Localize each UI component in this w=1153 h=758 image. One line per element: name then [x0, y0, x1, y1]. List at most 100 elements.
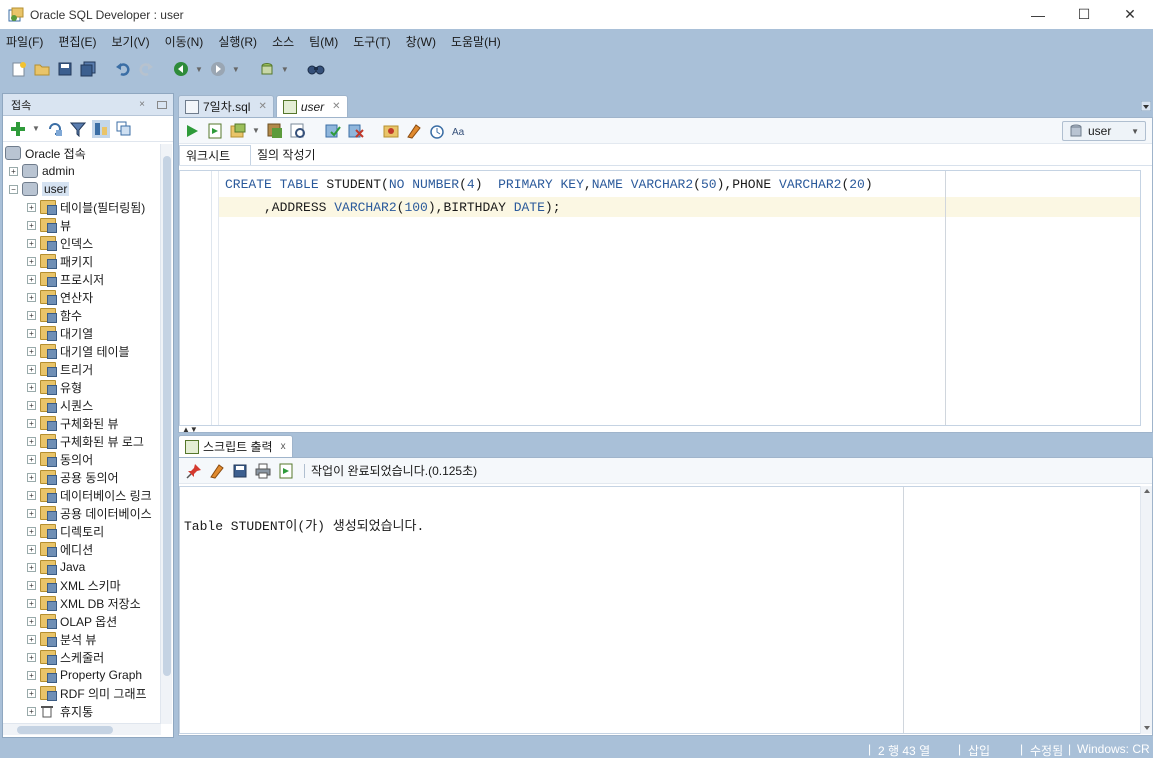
expand-icon[interactable]: + — [27, 364, 36, 374]
tree-item[interactable]: + 구체화된 뷰 로그 — [3, 432, 161, 450]
collapse-icon[interactable]: − — [9, 184, 18, 194]
menu-source[interactable]: 소스 — [272, 33, 294, 50]
tree-item[interactable]: + 스케줄러 — [3, 648, 161, 666]
tab-script-output[interactable]: 스크립트 출력 x — [178, 435, 293, 457]
clear-output-icon[interactable] — [208, 462, 226, 480]
tree-item[interactable]: + XML DB 저장소 — [3, 594, 161, 612]
undo-icon[interactable] — [114, 60, 132, 78]
tree-item[interactable]: + 연산자 — [3, 288, 161, 306]
tree-hscroll-thumb[interactable] — [17, 726, 113, 734]
menu-window[interactable]: 창(W) — [406, 33, 436, 50]
sql-history-icon[interactable] — [428, 122, 446, 140]
tree-item[interactable]: + 함수 — [3, 306, 161, 324]
expand-icon[interactable]: + — [27, 454, 36, 464]
expand-icon[interactable]: + — [27, 310, 36, 320]
tree-item[interactable]: + 디렉토리 — [3, 522, 161, 540]
open-icon[interactable] — [33, 60, 51, 78]
print-icon[interactable] — [254, 462, 272, 480]
tree-item[interactable]: + 데이터베이스 링크 — [3, 486, 161, 504]
menu-edit[interactable]: 편집(E) — [58, 33, 96, 50]
expand-icon[interactable]: + — [27, 274, 36, 284]
rollback-icon[interactable] — [347, 122, 365, 140]
sql-code-editor[interactable]: CREATE TABLE STUDENT(NO NUMBER(4) PRIMAR… — [179, 170, 1141, 426]
redo-icon[interactable] — [137, 60, 155, 78]
close-icon[interactable]: × — [139, 99, 145, 110]
sql-tuning-icon[interactable] — [289, 122, 307, 140]
tree-item[interactable]: + 시퀀스 — [3, 396, 161, 414]
expand-icon[interactable]: + — [27, 490, 36, 500]
tree-item[interactable]: + 구체화된 뷰 — [3, 414, 161, 432]
expand-icon[interactable]: + — [27, 706, 36, 716]
commit-icon[interactable] — [324, 122, 342, 140]
new-icon[interactable] — [10, 60, 28, 78]
menu-team[interactable]: 팀(M) — [309, 33, 338, 50]
open-output-icon[interactable] — [277, 462, 295, 480]
menu-run[interactable]: 실행(R) — [218, 33, 257, 50]
tree-item[interactable]: + 공용 데이터베이스 — [3, 504, 161, 522]
schema-browser-icon[interactable] — [91, 119, 110, 138]
expand-icon[interactable]: + — [27, 580, 36, 590]
save-icon[interactable] — [56, 60, 74, 78]
close-tab-icon[interactable]: ✕ — [332, 101, 340, 112]
expand-icon[interactable]: + — [27, 652, 36, 662]
tree-vertical-scrollbar[interactable] — [160, 144, 172, 724]
expand-icon[interactable]: + — [27, 400, 36, 410]
tree-scroll-thumb[interactable] — [163, 156, 171, 676]
expand-icon[interactable]: + — [27, 328, 36, 338]
save-all-icon[interactable] — [79, 60, 97, 78]
expand-icon[interactable]: + — [27, 526, 36, 536]
script-output-text-area[interactable]: Table STUDENT이(가) 생성되었습니다. — [179, 486, 1141, 734]
tree-item[interactable]: + 트리거 — [3, 360, 161, 378]
tab-sql-file[interactable]: 7일차.sql ✕ — [178, 95, 274, 117]
expand-icon[interactable]: + — [27, 508, 36, 518]
run-statement-icon[interactable] — [183, 122, 201, 140]
expand-icon[interactable]: + — [27, 544, 36, 554]
forward-icon[interactable] — [209, 60, 227, 78]
tree-item[interactable]: + 뷰 — [3, 216, 161, 234]
expand-icon[interactable]: + — [27, 688, 36, 698]
tree-item[interactable]: + 대기열 테이블 — [3, 342, 161, 360]
minimize-panel-icon[interactable] — [157, 100, 167, 109]
filter-icon[interactable] — [69, 120, 87, 138]
tab-user-worksheet[interactable]: user ✕ — [275, 95, 348, 117]
maximize-button[interactable]: ☐ — [1061, 0, 1107, 29]
tree-item[interactable]: + 프로시저 — [3, 270, 161, 288]
tree-item[interactable]: + 유형 — [3, 378, 161, 396]
tab-query-builder[interactable]: 질의 작성기 — [251, 145, 322, 165]
unshared-worksheet-icon[interactable] — [382, 122, 400, 140]
tree-item[interactable]: + OLAP 옵션 — [3, 612, 161, 630]
autotrace-icon[interactable] — [229, 122, 247, 140]
pin-icon[interactable] — [185, 462, 203, 480]
sql-worksheet-icon[interactable] — [258, 60, 276, 78]
tab-list-icon[interactable] — [1140, 100, 1152, 112]
save-output-icon[interactable] — [231, 462, 249, 480]
expand-icon[interactable]: + — [27, 598, 36, 608]
tree-item[interactable]: + 동의어 — [3, 450, 161, 468]
tree-item[interactable]: + 인덱스 — [3, 234, 161, 252]
tree-item[interactable]: Oracle 접속 — [3, 144, 161, 162]
collapse-all-icon[interactable] — [115, 120, 133, 138]
tree-item[interactable]: + 공용 동의어 — [3, 468, 161, 486]
tree-item[interactable]: + RDF 의미 그래프 — [3, 684, 161, 702]
refresh-icon[interactable] — [46, 120, 64, 138]
tree-item[interactable]: + 분석 뷰 — [3, 630, 161, 648]
tree-item[interactable]: + 테이블(필터링됨) — [3, 198, 161, 216]
expand-icon[interactable]: + — [27, 292, 36, 302]
minimize-button[interactable]: — — [1015, 0, 1061, 29]
explain-plan-icon[interactable] — [266, 122, 284, 140]
back-dropdown-icon[interactable]: ▼ — [195, 65, 203, 74]
run-script-icon[interactable] — [206, 122, 224, 140]
expand-icon[interactable]: + — [27, 418, 36, 428]
connection-select[interactable]: user ▼ — [1062, 121, 1146, 141]
back-icon[interactable] — [172, 60, 190, 78]
expand-icon[interactable]: + — [27, 616, 36, 626]
expand-icon[interactable]: + — [27, 562, 36, 572]
tree-item[interactable]: + XML 스키마 — [3, 576, 161, 594]
expand-icon[interactable]: + — [27, 472, 36, 482]
splitter-arrows-icon[interactable]: ▲▼ — [182, 425, 198, 434]
autotrace-dropdown-icon[interactable]: ▼ — [252, 126, 260, 135]
menu-help[interactable]: 도움말(H) — [451, 33, 501, 50]
output-vertical-scrollbar[interactable] — [1140, 486, 1152, 734]
tab-worksheet[interactable]: 워크시트 — [179, 144, 251, 165]
tree-item[interactable]: + Property Graph — [3, 666, 161, 684]
